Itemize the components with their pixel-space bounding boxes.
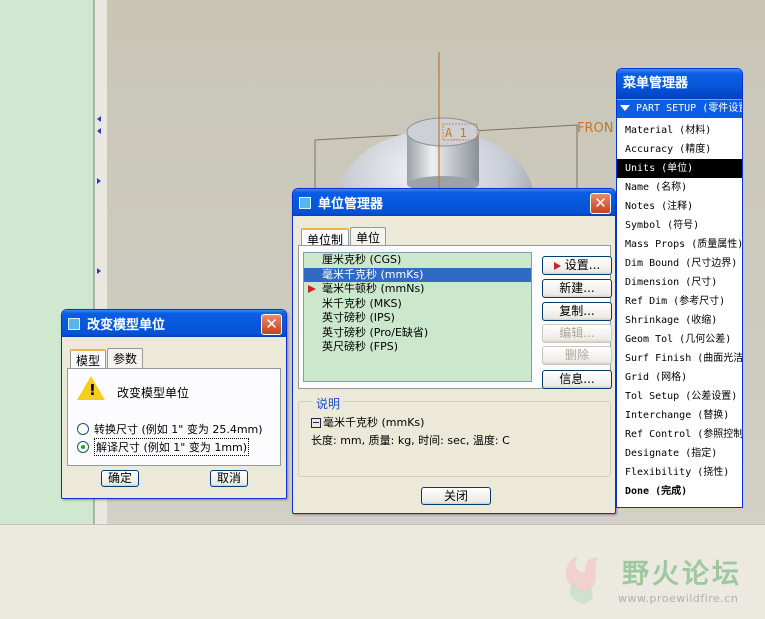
flame-logo-icon — [565, 556, 598, 604]
menu-item[interactable]: Ref Control (参照控制) — [617, 425, 742, 444]
menu-item[interactable]: Grid (网格) — [617, 368, 742, 387]
list-item[interactable]: 英尺磅秒 (FPS) — [304, 340, 531, 355]
part-setup-label: PART SETUP (零件设置) — [636, 103, 742, 114]
unit-system-icon — [311, 418, 321, 428]
collapse-triangle-icon — [620, 105, 630, 111]
warning-exclamation-icon: ! — [89, 381, 96, 399]
menu-item[interactable]: Name (名称) — [617, 178, 742, 197]
interpret-dims-option[interactable]: 解译尺寸 (例如 1" 变为 1mm) — [77, 438, 250, 456]
menu-item[interactable]: Geom Tol (几何公差) — [617, 330, 742, 349]
menu-item[interactable]: Dimension (尺寸) — [617, 273, 742, 292]
window-icon — [299, 196, 311, 209]
info-button[interactable]: 信息... — [542, 370, 612, 389]
units-manager-titlebar[interactable]: 单位管理器 — [293, 189, 615, 216]
part-setup-menu: Material (材料) Accuracy (精度) Units (单位) Name… — [617, 118, 742, 501]
ok-button[interactable]: 确定 — [101, 470, 139, 487]
convert-dims-label: 转换尺寸 (例如 1" 变为 25.4mm) — [94, 423, 263, 436]
expand-right-icon[interactable] — [97, 178, 101, 184]
cancel-button[interactable]: 取消 — [210, 470, 248, 487]
unit-system-label: 厘米克秒 (CGS) — [322, 253, 402, 266]
new-button[interactable]: 新建... — [542, 279, 612, 298]
menu-item[interactable]: Tol Setup (公差设置) — [617, 387, 742, 406]
menu-manager: 菜单管理器 PART SETUP (零件设置) Material (材料)Acc… — [616, 68, 743, 508]
menu-item[interactable]: Interchange (替换) — [617, 406, 742, 425]
menu-item[interactable]: Surf Finish (曲面光洁度) — [617, 349, 742, 368]
unit-system-label: 毫米千克秒 (mmKs) — [322, 267, 424, 281]
description-detail: 长度: mm, 质量: kg, 时间: sec, 温度: C — [311, 434, 510, 447]
units-manager-title: 单位管理器 — [318, 197, 384, 212]
close-button[interactable]: 关闭 — [421, 487, 491, 505]
unit-system-label: 米千克秒 (MKS) — [322, 296, 402, 310]
close-icon[interactable]: ✕ — [261, 314, 282, 335]
menu-item[interactable]: Material (材料) — [617, 121, 742, 140]
datum-plane-label: FRON — [577, 121, 613, 136]
datum-axis-label: A_1 — [445, 126, 467, 140]
set-button-label: 设置... — [564, 258, 601, 272]
menu-item[interactable]: Dim Bound (尺寸边界) — [617, 254, 742, 273]
menu-item[interactable]: Accuracy (精度) — [617, 140, 742, 159]
close-icon[interactable]: ✕ — [590, 193, 611, 214]
copy-button[interactable]: 复制... — [542, 302, 612, 321]
change-units-panel: ! 改变模型单位 转换尺寸 (例如 1" 变为 25.4mm) 解译尺寸 (例如… — [67, 368, 281, 466]
list-item[interactable]: 毫米牛顿秒 (mmNs) — [304, 282, 531, 297]
description-system: 毫米千克秒 (mmKs) — [323, 416, 425, 429]
menu-item[interactable]: Symbol (符号) — [617, 216, 742, 235]
interpret-dims-label: 解译尺寸 (例如 1" 变为 1mm) — [94, 438, 250, 456]
unit-system-label: 毫米牛顿秒 (mmNs) — [322, 282, 425, 295]
tab-parameters[interactable]: 参数 — [107, 348, 144, 369]
unit-system-label: 英寸磅秒 (IPS) — [322, 311, 395, 324]
menu-item[interactable]: Notes (注释) — [617, 197, 742, 216]
convert-dims-radio[interactable] — [77, 423, 89, 435]
menu-item[interactable]: Mass Props (质量属性) — [617, 235, 742, 254]
list-item[interactable]: 英寸磅秒 (Pro/E缺省) — [304, 326, 531, 341]
unit-system-label: 英尺磅秒 (FPS) — [322, 340, 399, 353]
part-setup-header[interactable]: PART SETUP (零件设置) — [617, 99, 742, 118]
list-item[interactable]: 米千克秒 (MKS) — [304, 297, 531, 312]
description-group: 毫米千克秒 (mmKs) 长度: mm, 质量: kg, 时间: sec, 温度… — [298, 401, 611, 477]
menu-item[interactable]: Shrinkage (收缩) — [617, 311, 742, 330]
arrow-right-icon — [553, 261, 561, 270]
unit-systems-panel: 厘米克秒 (CGS) 毫米千克秒 (mmKs) 毫米牛顿秒 (mmNs) 米千克… — [298, 245, 612, 389]
unit-system-list[interactable]: 厘米克秒 (CGS) 毫米千克秒 (mmKs) 毫米牛顿秒 (mmNs) 米千克… — [303, 252, 532, 382]
menu-item[interactable]: Ref Dim (参考尺寸) — [617, 292, 742, 311]
delete-button[interactable]: 删除 — [542, 346, 612, 365]
menu-manager-title[interactable]: 菜单管理器 — [617, 69, 742, 99]
description-title: 说明 — [313, 395, 344, 412]
set-button[interactable]: 设置... — [542, 256, 612, 275]
convert-dims-option[interactable]: 转换尺寸 (例如 1" 变为 25.4mm) — [77, 421, 263, 437]
change-units-title: 改变模型单位 — [87, 318, 166, 333]
unit-system-label: 英寸磅秒 (Pro/E缺省) — [322, 325, 429, 339]
description-system-line: 毫米千克秒 (mmKs) — [311, 414, 424, 430]
menu-item[interactable]: Done (完成) — [617, 482, 742, 501]
menu-item[interactable]: Units (单位) — [617, 159, 742, 178]
change-model-units-dialog: 改变模型单位 ✕ 模型 参数 ! 改变模型单位 转换尺寸 (例如 1" 变为 2… — [61, 309, 287, 499]
list-item[interactable]: 英寸磅秒 (IPS) — [304, 311, 531, 326]
change-units-heading: 改变模型单位 — [117, 386, 190, 400]
edit-button[interactable]: 编辑... — [542, 324, 612, 343]
watermark-title: 野火论坛 — [622, 559, 742, 590]
forum-watermark: 野火论坛 www.proewildfire.cn — [552, 548, 762, 614]
change-units-titlebar[interactable]: 改变模型单位 — [62, 310, 286, 337]
current-system-arrow-icon — [308, 285, 316, 293]
list-item[interactable]: 厘米克秒 (CGS) — [304, 253, 531, 268]
list-item[interactable]: 毫米千克秒 (mmKs) — [304, 267, 531, 282]
interpret-dims-radio[interactable] — [77, 441, 89, 453]
collapse-left-icon[interactable] — [97, 128, 101, 134]
window-icon — [68, 317, 80, 330]
tab-model[interactable]: 模型 — [70, 349, 107, 370]
expand-right-icon[interactable] — [97, 268, 101, 274]
units-manager-dialog: 单位管理器 ✕ 单位制 单位 厘米克秒 (CGS) 毫米千克秒 (mmKs) 毫… — [292, 188, 616, 514]
menu-item[interactable]: Flexibility (挠性) — [617, 463, 742, 482]
collapse-left-icon[interactable] — [97, 116, 101, 122]
watermark-url: www.proewildfire.cn — [618, 592, 739, 605]
menu-item[interactable]: Designate (指定) — [617, 444, 742, 463]
